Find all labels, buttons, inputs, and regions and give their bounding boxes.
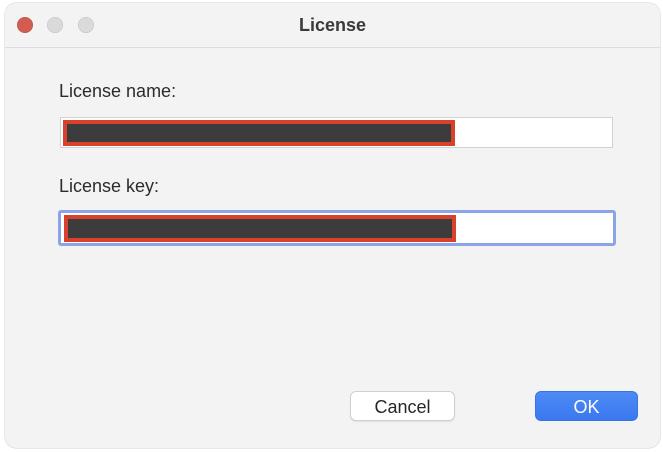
license-name-label: License name: — [59, 81, 177, 101]
license-dialog: License License name: License key: Cance… — [5, 3, 660, 448]
license-name-field[interactable] — [60, 117, 613, 148]
title-bar: License — [5, 3, 660, 48]
license-key-label: License key: — [59, 176, 160, 196]
redacted-license-key — [64, 215, 456, 242]
license-key-field[interactable] — [58, 210, 616, 246]
window-title: License — [298, 15, 367, 35]
cancel-button[interactable]: Cancel — [350, 391, 455, 421]
ok-button[interactable]: OK — [535, 391, 638, 421]
redacted-license-name — [63, 120, 455, 146]
